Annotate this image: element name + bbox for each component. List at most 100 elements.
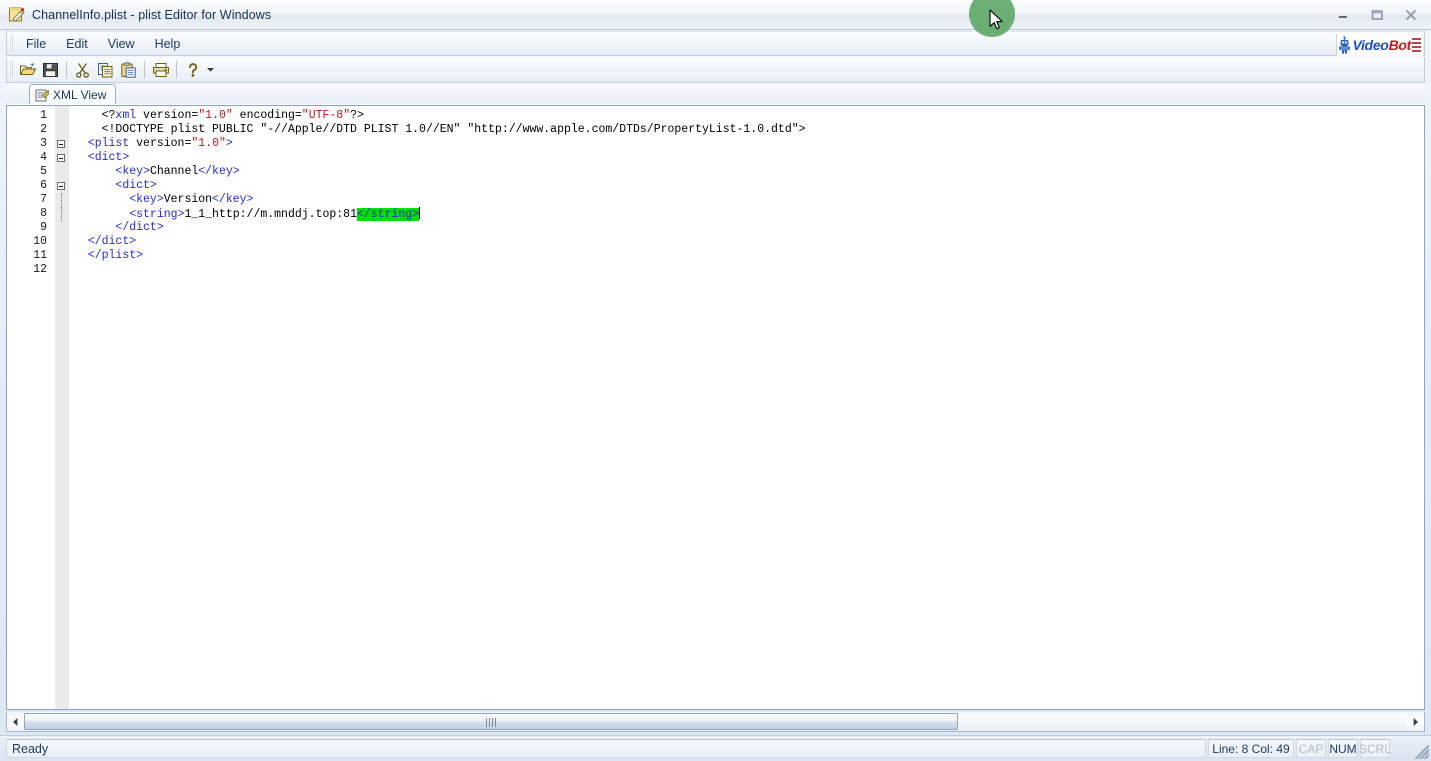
scroll-left-arrow-icon[interactable] [7, 713, 24, 730]
tab-xml-view[interactable]: XML View [29, 84, 117, 105]
fold-collapse-icon[interactable] [57, 140, 65, 148]
code-token: </key> [198, 165, 240, 178]
code-text-area[interactable]: <?xml version="1.0" encoding="UTF-8"?> <… [69, 106, 1424, 709]
menu-item-help[interactable]: Help [145, 34, 191, 54]
code-line[interactable]: <!DOCTYPE plist PUBLIC "-//Apple//DTD PL… [74, 123, 1424, 137]
line-number: 10 [33, 235, 47, 248]
horizontal-scrollbar[interactable] [6, 712, 1425, 732]
menu-item-edit[interactable]: Edit [56, 34, 98, 54]
print-button[interactable] [149, 59, 172, 81]
code-token: "1.0" [198, 109, 233, 122]
code-line[interactable] [74, 263, 1424, 277]
maximize-button[interactable] [1363, 5, 1391, 25]
code-token: <plist [87, 137, 130, 150]
menu-item-view[interactable]: View [98, 34, 145, 54]
code-token: xml [115, 109, 137, 122]
status-indicator-cap: CAP [1296, 739, 1326, 758]
code-token: "1.0" [191, 137, 226, 150]
code-token: </key> [212, 193, 254, 206]
paste-button[interactable] [117, 59, 140, 81]
toolbar-overflow-button[interactable] [204, 59, 217, 81]
code-token: version= [136, 109, 199, 122]
line-number: 6 [40, 179, 47, 192]
fold-collapse-icon[interactable] [57, 182, 65, 190]
code-line[interactable]: <key>Channel</key> [74, 165, 1424, 179]
status-cursor-position: Line: 8 Col: 49 [1208, 739, 1294, 758]
line-number: 4 [40, 151, 47, 164]
code-token: Channel [149, 165, 199, 178]
code-token: "UTF-8" [301, 109, 351, 122]
toolbar-drag-grip[interactable] [9, 61, 13, 78]
code-token: <? [74, 109, 116, 122]
plist-editor-window: ChannelInfo.plist - plist Editor for Win… [0, 0, 1431, 761]
menu-item-file[interactable]: File [16, 34, 56, 54]
code-line[interactable]: <key>Version</key> [74, 193, 1424, 207]
code-token: <key> [129, 193, 164, 206]
menu-bar: File Edit View Help VideoBot [6, 31, 1425, 56]
scrollbar-track[interactable] [24, 712, 1407, 731]
status-message: Ready [6, 739, 1206, 758]
code-line[interactable]: <?xml version="1.0" encoding="UTF-8"?> [74, 109, 1424, 123]
minimize-button[interactable] [1329, 5, 1357, 25]
code-token: <string> [129, 208, 185, 221]
toolbar-separator [66, 61, 67, 78]
videobot-logo[interactable]: VideoBot [1336, 33, 1423, 56]
code-token: </plist> [87, 249, 144, 262]
scrollbar-grip [486, 717, 496, 727]
code-line[interactable]: <string>1_1_http://m.mnddj.top:81</strin… [74, 207, 1424, 221]
code-token: <!DOCTYPE plist PUBLIC "-//Apple//DTD PL… [74, 123, 806, 136]
fold-collapse-icon[interactable] [57, 154, 65, 162]
line-number: 5 [40, 165, 47, 178]
logo-text-video: Video [1352, 36, 1389, 53]
line-number: 7 [40, 193, 47, 206]
code-token: 1_1_http://m.mnddj.top:81 [184, 208, 357, 221]
help-button[interactable] [181, 59, 204, 81]
code-token: > [225, 137, 233, 150]
code-line[interactable]: <plist version="1.0"> [74, 137, 1424, 151]
logo-decoration [1412, 37, 1421, 52]
xml-editor[interactable]: 1 2 3 4 5 6 7 8 9 10 11 12 <?xml version="1.0" enco… [6, 105, 1425, 710]
code-line[interactable]: <dict> [74, 151, 1424, 165]
code-line[interactable]: </dict> [74, 221, 1424, 235]
robot-icon [1338, 35, 1351, 54]
close-button[interactable] [1397, 5, 1425, 25]
resize-grip[interactable] [1415, 745, 1429, 759]
tab-label: XML View [53, 88, 107, 102]
open-button[interactable] [16, 59, 39, 81]
toolbar-separator [144, 61, 145, 78]
code-token: version= [129, 137, 192, 150]
code-token: ?> [350, 109, 364, 122]
code-line[interactable]: </plist> [74, 249, 1424, 263]
scroll-right-arrow-icon[interactable] [1407, 713, 1424, 730]
menu-drag-grip[interactable] [9, 35, 13, 52]
cut-button[interactable] [71, 59, 94, 81]
code-line[interactable]: <dict> [74, 179, 1424, 193]
code-folding-gutter[interactable] [55, 106, 69, 709]
copy-button[interactable] [94, 59, 117, 81]
code-token: </dict> [87, 235, 137, 248]
text-caret [419, 207, 421, 219]
code-token: <dict> [115, 179, 157, 192]
line-number-gutter: 1 2 3 4 5 6 7 8 9 10 11 12 [7, 106, 55, 709]
toolbar-separator [176, 61, 177, 78]
selected-text: </string> [356, 208, 420, 221]
code-token: Version [163, 193, 213, 206]
window-title: ChannelInfo.plist - plist Editor for Win… [32, 7, 272, 22]
save-button[interactable] [39, 59, 62, 81]
window-controls [1329, 0, 1425, 29]
logo-text-bot: Bot [1388, 36, 1412, 53]
status-indicator-scrl: SCRL [1359, 739, 1391, 758]
line-number: 2 [40, 123, 47, 136]
xml-document-icon [35, 88, 49, 102]
scrollbar-thumb[interactable] [24, 712, 958, 730]
code-line[interactable]: </dict> [74, 235, 1424, 249]
fold-guide-line [61, 207, 62, 221]
title-bar: ChannelInfo.plist - plist Editor for Win… [0, 0, 1431, 30]
